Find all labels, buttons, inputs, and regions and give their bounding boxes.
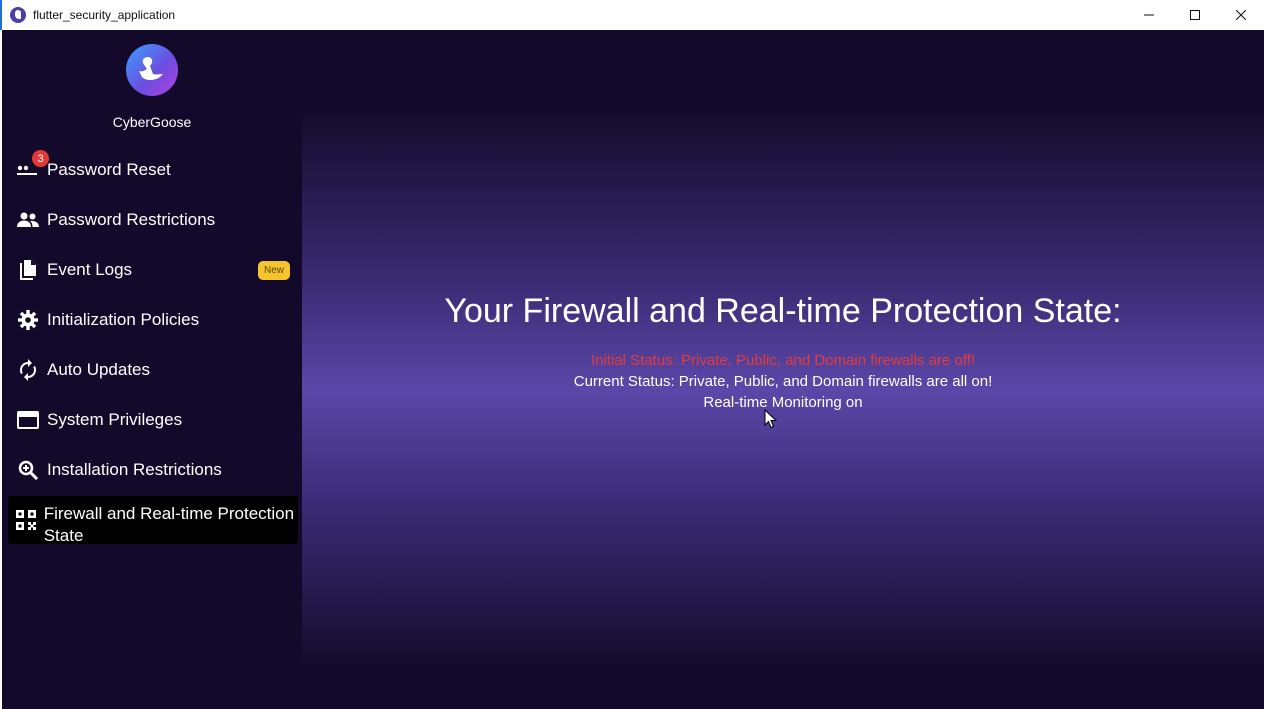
password-dots-icon: 3 (16, 150, 49, 182)
sidebar-item-password-restrictions[interactable]: Password Restrictions (8, 196, 298, 244)
people-icon (16, 208, 40, 232)
sidebar-item-label: Initialization Policies (47, 310, 200, 329)
current-status-text: Current Status: Private, Public, and Dom… (573, 373, 993, 390)
sidebar-item-label: System Privileges (47, 410, 183, 429)
initial-status-text: Initial Status: Private, Public, and Dom… (590, 352, 976, 369)
monitoring-status-text: Real-time Monitoring on (703, 394, 863, 411)
notification-badge: 3 (32, 150, 49, 167)
sidebar-item-password-reset[interactable]: 3 Password Reset (8, 146, 298, 194)
new-badge: New (257, 261, 290, 280)
window-controls (1126, 0, 1264, 30)
magnify-icon (16, 458, 40, 482)
sidebar-item-label: Password Restrictions (47, 210, 216, 229)
documents-icon (16, 258, 40, 282)
maximize-button[interactable] (1172, 0, 1218, 30)
sidebar-item-installation-restrictions[interactable]: Installation Restrictions (8, 446, 298, 494)
sidebar-item-system-privileges[interactable]: System Privileges (8, 396, 298, 444)
app-icon (10, 7, 26, 23)
goose-logo-icon (126, 44, 178, 96)
brand-name: CyberGoose (112, 114, 192, 130)
close-button[interactable] (1218, 0, 1264, 30)
minimize-button[interactable] (1126, 0, 1172, 30)
gear-icon (16, 308, 40, 332)
sidebar-item-label: Password Reset (47, 160, 171, 179)
refresh-icon (16, 358, 40, 382)
qr-code-icon (16, 508, 37, 532)
sidebar-item-auto-updates[interactable]: Auto Updates (8, 346, 298, 394)
sidebar-item-initialization-policies[interactable]: Initialization Policies (8, 296, 298, 344)
sidebar-item-label: Firewall and Real-time Protection State (43, 504, 295, 543)
sidebar-item-event-logs[interactable]: Event Logs New (8, 246, 298, 294)
card-icon (16, 408, 40, 432)
window-title: flutter_security_application (33, 8, 176, 22)
mouse-cursor-icon (764, 409, 778, 429)
sidebar-item-label: Event Logs (47, 260, 133, 279)
minimize-icon (1144, 14, 1154, 16)
sidebar: CyberGoose 3 Password Reset Password Res… (2, 30, 302, 709)
page-title: Your Firewall and Real-time Protection S… (444, 292, 1122, 330)
app-window: CyberGoose 3 Password Reset Password Res… (2, 30, 1264, 709)
main-content: Your Firewall and Real-time Protection S… (302, 114, 1264, 666)
maximize-icon (1190, 10, 1200, 20)
close-icon (1236, 10, 1246, 20)
sidebar-item-firewall[interactable]: Firewall and Real-time Protection State (8, 496, 298, 544)
sidebar-item-label: Installation Restrictions (47, 460, 222, 479)
window-titlebar: flutter_security_application (0, 0, 1264, 30)
sidebar-item-label: Auto Updates (47, 360, 151, 379)
